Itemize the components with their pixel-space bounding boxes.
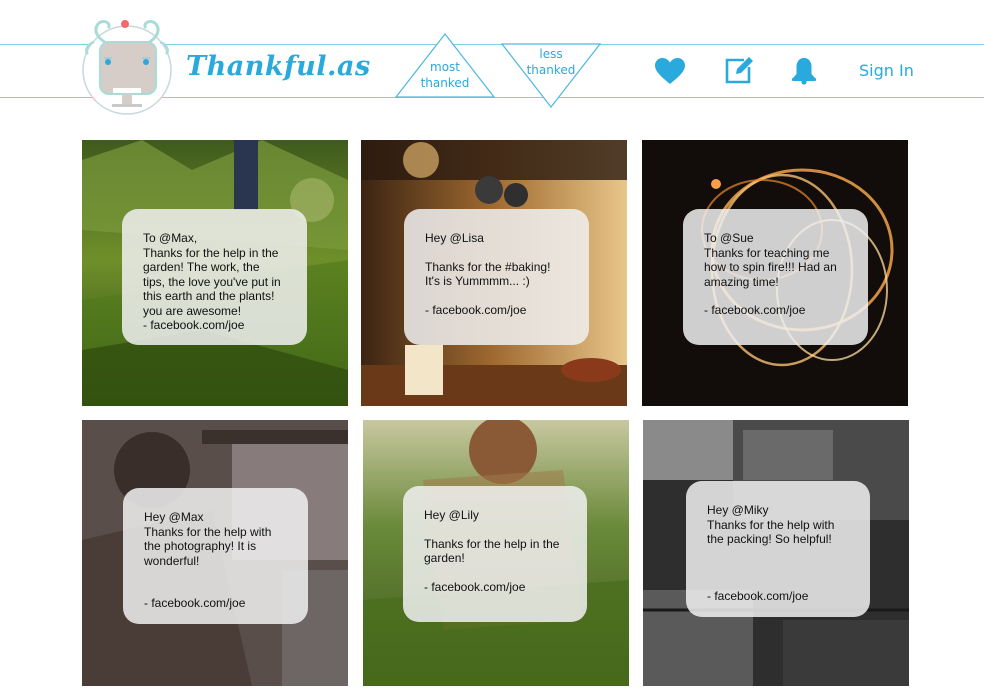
post-tile-6[interactable]: Hey @Miky Thanks for the help with the p…	[643, 420, 909, 686]
card-sender-link[interactable]: - facebook.com/joe	[707, 589, 850, 604]
heart-icon[interactable]	[654, 57, 686, 85]
sign-in-link[interactable]: Sign In	[859, 61, 914, 80]
bell-icon[interactable]	[790, 56, 818, 85]
card-line: It's is Yummmm... :)	[425, 274, 530, 288]
edit-icon[interactable]	[724, 55, 754, 85]
post-tile-4[interactable]: Hey @Max Thanks for the help with the ph…	[82, 420, 348, 686]
card-line: Thanks for the help in the	[143, 245, 279, 260]
card-line: Thanks for the help with	[707, 517, 835, 532]
thank-you-card: Hey @Max Thanks for the help with the ph…	[123, 488, 308, 624]
card-line: the photography! It is	[144, 539, 257, 553]
robot-logo[interactable]	[78, 14, 176, 118]
card-line: amazing time!	[704, 274, 779, 289]
card-line: garden!	[424, 551, 465, 565]
card-sender-link[interactable]: - facebook.com/joe	[424, 580, 567, 595]
tab-most-thanked-label[interactable]: most thanked	[405, 59, 485, 91]
card-recipient: To @Max,	[143, 231, 198, 245]
card-line: Thanks for the #baking!	[425, 259, 551, 274]
tab-less-thanked-line2: thanked	[526, 63, 576, 77]
card-line: Thanks for teaching me	[704, 245, 830, 260]
card-recipient: Hey @Lily	[424, 508, 479, 522]
card-sender-link[interactable]: - facebook.com/joe	[144, 596, 288, 611]
card-line: this earth and the plants!	[143, 289, 275, 303]
post-tile-1[interactable]: To @Max, Thanks for the help in the gard…	[82, 140, 348, 406]
tab-most-thanked-line1: most	[430, 60, 460, 74]
card-line: the packing! So helpful!	[707, 532, 832, 546]
card-recipient: Hey @Lisa	[425, 231, 484, 245]
card-line: wonderful!	[144, 553, 200, 568]
card-sender-link[interactable]: - facebook.com/joe	[425, 303, 569, 318]
card-recipient: Hey @Miky	[707, 503, 769, 517]
card-line: you are awesome!	[143, 303, 242, 318]
tab-less-thanked-line1: less	[539, 47, 563, 61]
post-tile-3[interactable]: To @Sue Thanks for teaching me how to sp…	[642, 140, 908, 406]
card-line: garden! The work, the	[143, 260, 260, 274]
post-tile-5[interactable]: Hey @Lily Thanks for the help in the gar…	[363, 420, 629, 686]
card-line: how to spin fire!!! Had an	[704, 260, 837, 274]
card-line: Thanks for the help in the	[424, 536, 560, 551]
tab-less-thanked-label[interactable]: less thanked	[511, 46, 591, 78]
thank-you-card: Hey @Lily Thanks for the help in the gar…	[403, 486, 587, 622]
card-recipient: To @Sue	[704, 231, 754, 245]
card-recipient: Hey @Max	[144, 510, 204, 524]
card-sender-link[interactable]: - facebook.com/joe	[704, 303, 848, 318]
post-tile-2[interactable]: Hey @Lisa Thanks for the #baking! It's i…	[361, 140, 627, 406]
tab-most-thanked-line2: thanked	[420, 76, 470, 90]
thank-you-card: To @Sue Thanks for teaching me how to sp…	[683, 209, 868, 345]
thank-you-card: To @Max, Thanks for the help in the gard…	[122, 209, 307, 345]
thank-you-card: Hey @Lisa Thanks for the #baking! It's i…	[404, 209, 589, 345]
card-line: tips, the love you've put in	[143, 274, 281, 289]
card-sender-link[interactable]: - facebook.com/joe	[143, 318, 287, 333]
thank-you-card: Hey @Miky Thanks for the help with the p…	[686, 481, 870, 617]
brand-name[interactable]: Thankful.as	[186, 51, 371, 82]
card-line: Thanks for the help with	[144, 524, 272, 539]
